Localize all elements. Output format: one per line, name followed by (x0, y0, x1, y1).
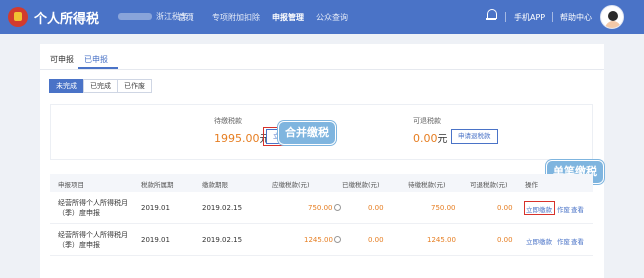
row-payable-value: 750.00 (308, 204, 333, 212)
currency-unit: 元 (437, 134, 448, 145)
nav-special-deduction[interactable]: 专项附加扣除 (212, 12, 260, 23)
col-actions: 操作 (525, 181, 538, 189)
tax-emblem-logo (8, 7, 28, 27)
blurred-user-name (118, 13, 152, 20)
table-header: 申报项目 税款所属期 缴款期限 应缴税款(元) 已缴税款(元) 待缴税款(元) … (50, 174, 593, 192)
info-icon[interactable] (333, 236, 341, 243)
row-void-link[interactable]: 作废 (557, 204, 570, 214)
col-period: 税款所属期 (141, 181, 174, 189)
app-title: 个人所得税 (34, 12, 100, 27)
due-tax-label: 待缴税款 (214, 117, 242, 125)
refundable-tax-label: 可退税款 (413, 117, 441, 125)
row-void-link[interactable]: 作废 (557, 236, 570, 246)
refundable-tax-amount: 0.00元 (413, 130, 448, 145)
refundable-tax-value: 0.00 (413, 132, 438, 145)
due-tax-amount: 1995.00元 (214, 130, 270, 145)
request-refund-button[interactable]: 申请退税款 (451, 129, 498, 144)
notification-bell-icon[interactable] (486, 9, 497, 21)
row-view-link[interactable]: 查看 (571, 236, 584, 246)
row-paid: 0.00 (368, 236, 384, 244)
tabs-divider (40, 69, 604, 70)
col-refundable: 可退税款(元) (470, 181, 508, 189)
row-outstanding: 1245.00 (427, 236, 456, 244)
row-item-name: 经营所得个人所得税月（季）度申报 (58, 231, 128, 249)
table-row: 经营所得个人所得税月（季）度申报 2019.01 2019.02.15 750.… (50, 192, 593, 224)
row-view-link[interactable]: 查看 (571, 204, 584, 214)
tab-declared[interactable]: 已申报 (84, 54, 108, 65)
row-payable: 750.00 (308, 204, 341, 212)
help-center-link[interactable]: 帮助中心 (560, 12, 592, 23)
mobile-app-link[interactable]: 手机APP (514, 12, 545, 23)
merge-pay-callout: 合并缴税 (278, 121, 336, 145)
row-period: 2019.01 (141, 204, 170, 212)
top-navigation-bar: 个人所得税 浙江税务 | 首页 专项附加扣除 申报管理 公众查询 手机APP 帮… (0, 0, 644, 34)
col-outstanding: 待缴税款(元) (408, 181, 446, 189)
row-outstanding: 750.00 (431, 204, 456, 212)
row-paid: 0.00 (368, 204, 384, 212)
row-refundable: 0.00 (497, 204, 513, 212)
col-item: 申报项目 (58, 181, 84, 189)
nav-public-query[interactable]: 公众查询 (316, 12, 348, 23)
table-row: 经营所得个人所得税月（季）度申报 2019.01 2019.02.15 1245… (50, 224, 593, 256)
declaration-panel: 可申报 已申报 未完成 已完成 已作废 待缴税款 1995.00元 立即缴款 可… (40, 44, 604, 278)
header-divider (552, 12, 553, 22)
row-pay-now-link[interactable]: 立即缴款 (526, 204, 552, 214)
row-deadline: 2019.02.15 (202, 236, 243, 244)
row-pay-now-link[interactable]: 立即缴款 (526, 236, 552, 246)
row-payable: 1245.00 (304, 236, 341, 244)
filter-incomplete[interactable]: 未完成 (49, 79, 84, 93)
due-tax-value: 1995.00 (214, 132, 260, 145)
filter-voided[interactable]: 已作废 (117, 79, 152, 93)
row-period: 2019.01 (141, 236, 170, 244)
col-paid: 已缴税款(元) (342, 181, 380, 189)
row-deadline: 2019.02.15 (202, 204, 243, 212)
row-refundable: 0.00 (497, 236, 513, 244)
info-icon[interactable] (333, 204, 341, 211)
filter-complete[interactable]: 已完成 (83, 79, 118, 93)
header-divider (505, 12, 506, 22)
nav-home[interactable]: 首页 (178, 12, 194, 23)
user-avatar[interactable] (600, 5, 624, 29)
row-payable-value: 1245.00 (304, 236, 333, 244)
tab-available[interactable]: 可申报 (50, 54, 74, 65)
col-deadline: 缴款期限 (202, 181, 228, 189)
nav-declaration-management[interactable]: 申报管理 (272, 12, 304, 23)
col-payable: 应缴税款(元) (272, 181, 310, 189)
row-item-name: 经营所得个人所得税月（季）度申报 (58, 199, 128, 217)
status-filter: 未完成 已完成 已作废 (49, 79, 152, 93)
